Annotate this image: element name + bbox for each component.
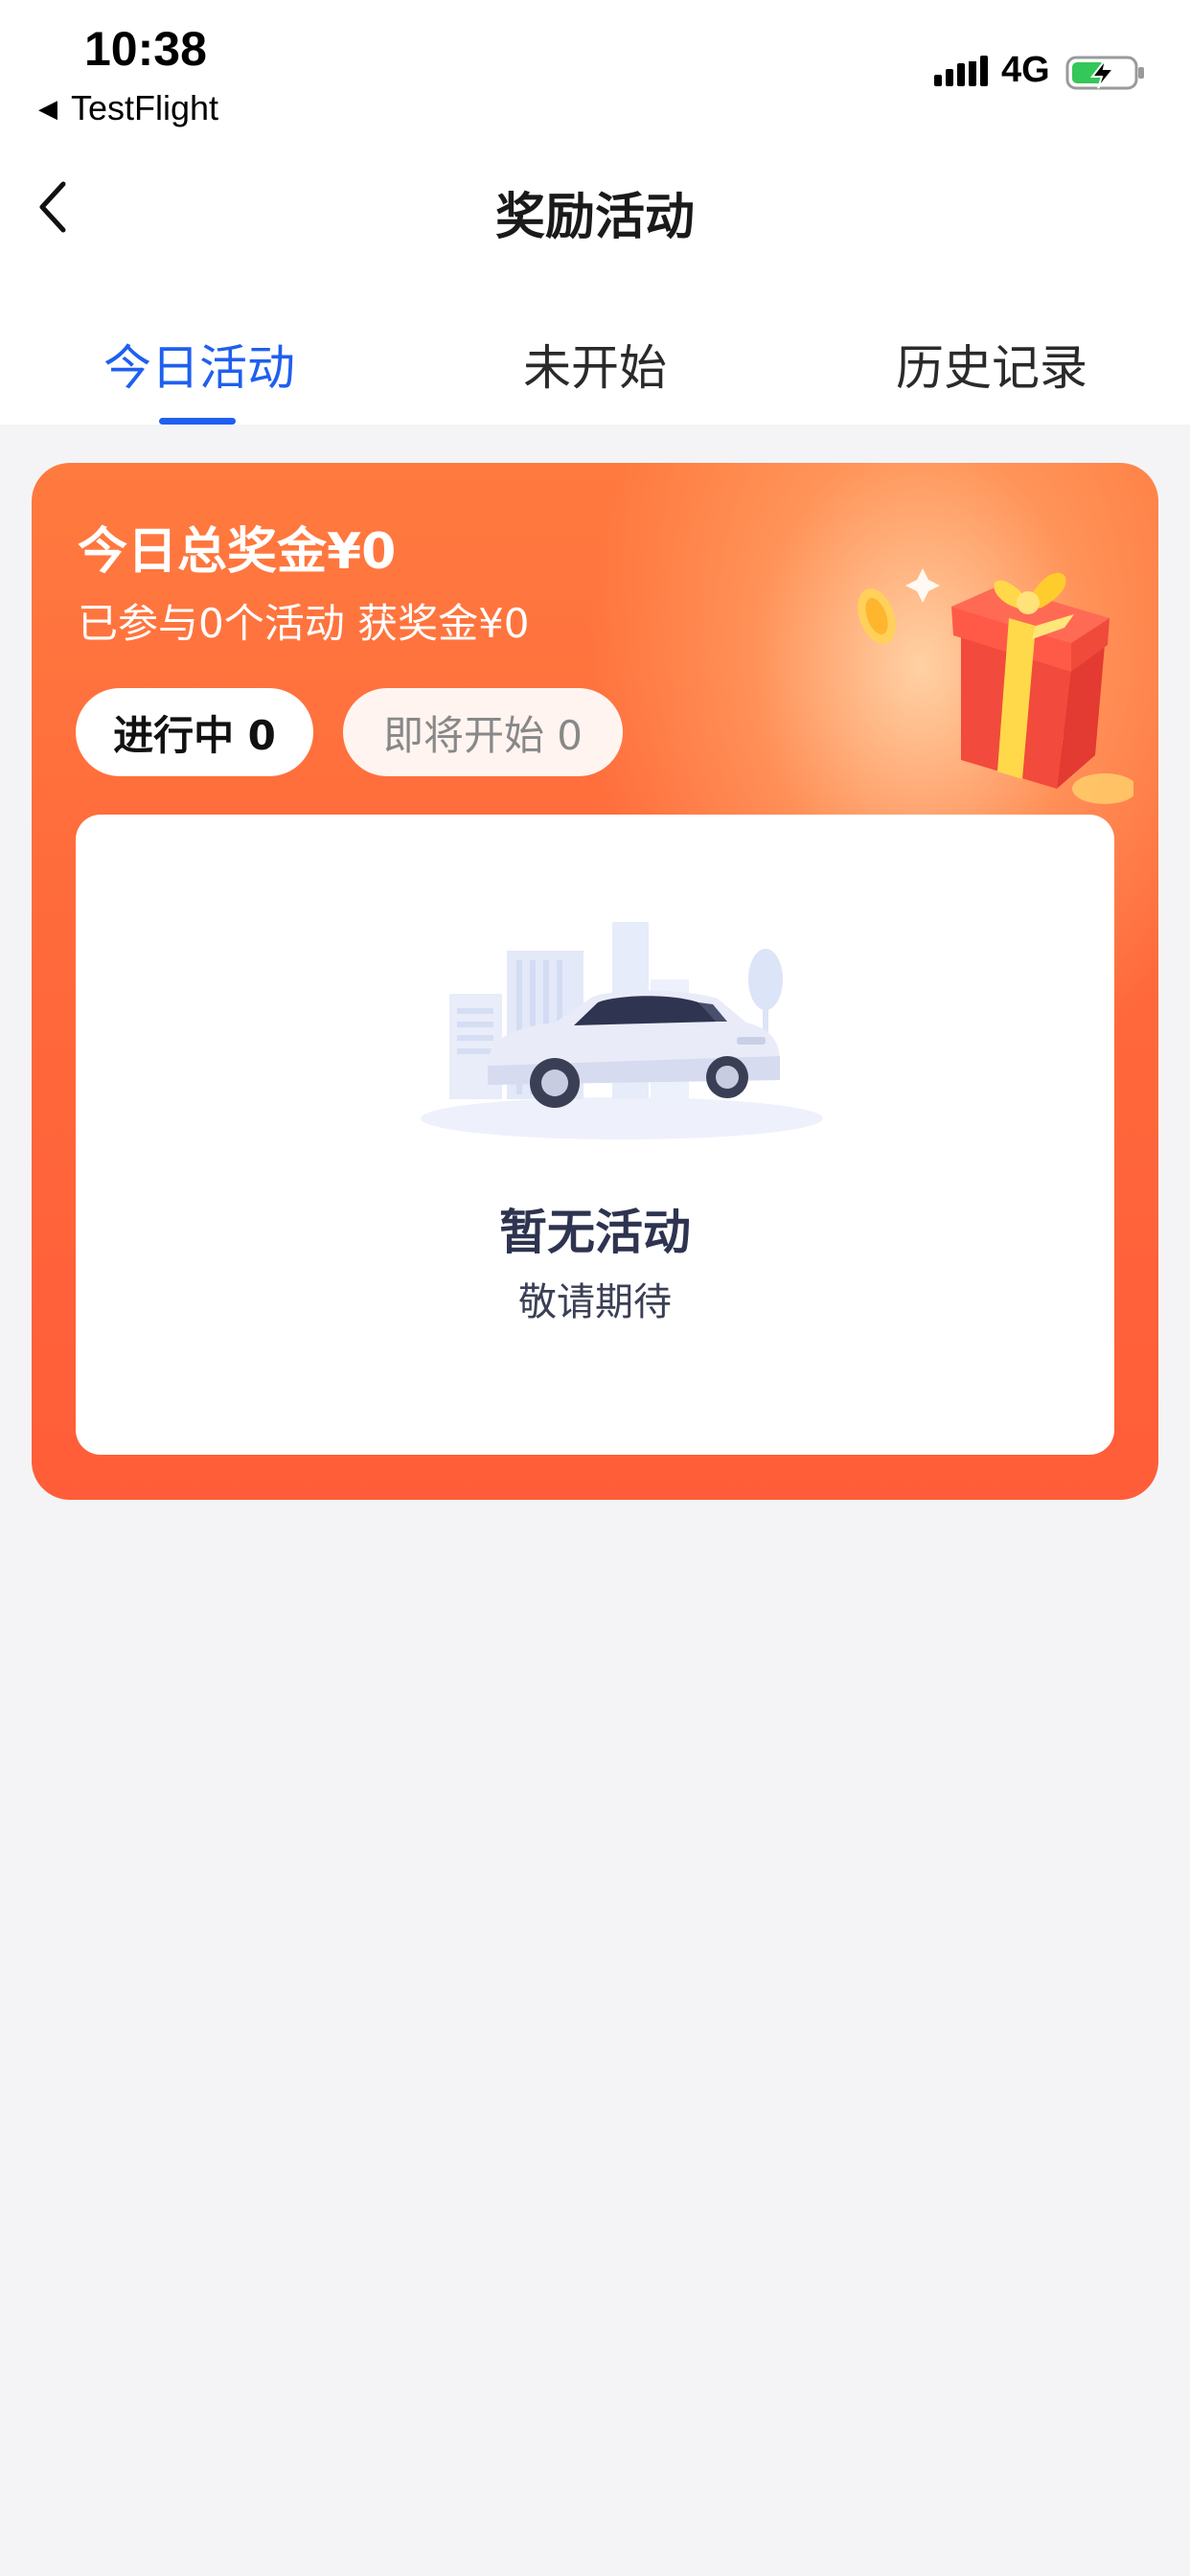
back-app-label: TestFlight xyxy=(71,88,219,127)
total-bonus-title: 今日总奖金¥0 xyxy=(78,523,397,581)
page-title: 奖励活动 xyxy=(494,189,695,246)
upcoming-filter-pill[interactable]: 即将开始 0 xyxy=(343,688,623,776)
back-to-app-link[interactable]: ◀ TestFlight xyxy=(38,88,218,128)
network-type: 4G xyxy=(1001,50,1050,90)
tab-active-indicator xyxy=(159,418,236,425)
empty-state-card: 暂无活动 敬请期待 xyxy=(76,815,1114,1455)
reward-summary-card: 今日总奖金¥0 已参与0个活动 获奖金¥0 进行中 0 即将开始 0 暂无活动 … xyxy=(32,463,1158,1500)
header-area: 10:38 ◀ TestFlight 4G 奖励活动 今日活动 未开始 历史记录 xyxy=(0,0,1190,425)
tab-history[interactable]: 历史记录 xyxy=(896,330,1087,399)
empty-state-subtitle: 敬请期待 xyxy=(518,1280,672,1324)
car-city-illustration xyxy=(421,922,823,1139)
battery-charging-icon xyxy=(1065,56,1144,90)
tab-not-started[interactable]: 未开始 xyxy=(523,330,667,399)
ongoing-filter-pill[interactable]: 进行中 0 xyxy=(76,688,313,776)
participation-summary: 已参与0个活动 获奖金¥0 xyxy=(78,600,530,647)
empty-state-title: 暂无活动 xyxy=(499,1205,691,1260)
back-triangle-icon: ◀ xyxy=(38,93,57,123)
gift-box-icon xyxy=(858,568,1133,804)
tab-today[interactable]: 今日活动 xyxy=(103,330,295,399)
signal-bars-icon xyxy=(934,56,988,86)
status-time: 10:38 xyxy=(84,22,207,76)
